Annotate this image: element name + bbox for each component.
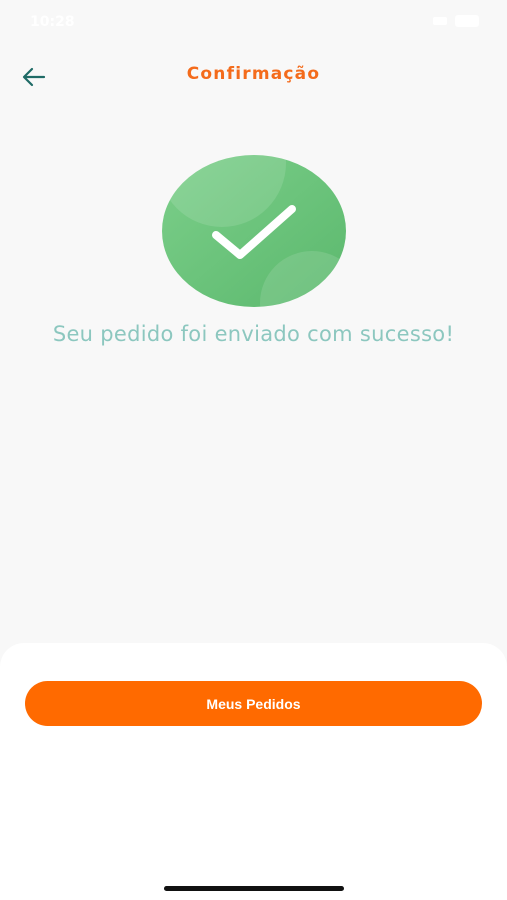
page-title: Confirmação — [186, 64, 321, 84]
home-indicator — [164, 886, 344, 891]
status-bar: 10:28 — [0, 0, 507, 44]
bottom-sheet: Meus Pedidos — [0, 643, 507, 900]
status-time: 10:28 — [30, 14, 75, 30]
success-message: Seu pedido foi enviado com sucesso! — [52, 322, 455, 346]
battery-icon — [455, 15, 479, 27]
check-circle-icon — [162, 155, 346, 307]
my-orders-button[interactable]: Meus Pedidos — [25, 681, 482, 726]
status-indicators — [433, 15, 479, 27]
header: Confirmação — [0, 52, 507, 102]
signal-icon — [433, 17, 447, 25]
